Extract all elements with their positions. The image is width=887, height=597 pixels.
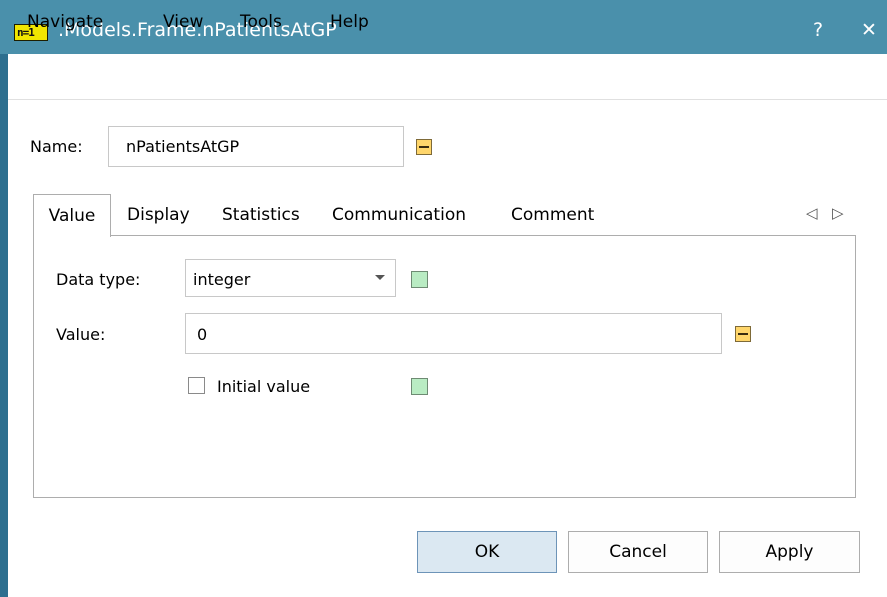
tab-value[interactable]: Value	[33, 194, 111, 237]
chevron-down-icon	[375, 275, 385, 280]
menu-tools[interactable]: Tools	[240, 12, 282, 32]
value-label: Value:	[56, 325, 106, 344]
name-input[interactable]: nPatientsAtGP	[108, 126, 404, 167]
window-left-edge	[0, 54, 8, 597]
initial-value-label[interactable]: Initial value	[217, 377, 310, 396]
menu-view[interactable]: View	[163, 12, 203, 32]
data-type-select[interactable]: integer	[185, 259, 396, 297]
close-button[interactable]: ✕	[853, 14, 885, 46]
initial-value-checkbox[interactable]	[188, 377, 205, 394]
tab-scroll-left-icon[interactable]: ◁	[806, 204, 818, 222]
edit-value-icon[interactable]	[735, 326, 751, 342]
tab-scroll-right-icon[interactable]: ▷	[832, 204, 844, 222]
tab-panel	[33, 235, 856, 498]
apply-button[interactable]: Apply	[719, 531, 860, 573]
tab-communication[interactable]: Communication	[332, 205, 466, 225]
tab-statistics[interactable]: Statistics	[222, 205, 300, 225]
cancel-button[interactable]: Cancel	[568, 531, 708, 573]
tab-comment[interactable]: Comment	[511, 205, 594, 225]
menu-bar	[8, 54, 887, 100]
tab-display[interactable]: Display	[127, 205, 190, 225]
menu-navigate[interactable]: Navigate	[27, 12, 103, 32]
initial-value-link-icon[interactable]	[411, 378, 428, 395]
value-input[interactable]: 0	[185, 313, 722, 354]
data-type-value: integer	[193, 270, 251, 289]
name-label: Name:	[30, 137, 83, 156]
edit-expression-icon[interactable]	[416, 139, 432, 155]
link-icon[interactable]	[411, 271, 428, 288]
ok-button[interactable]: OK	[417, 531, 557, 573]
menu-help[interactable]: Help	[330, 12, 369, 32]
data-type-label: Data type:	[56, 270, 141, 289]
help-button[interactable]: ?	[802, 14, 834, 46]
